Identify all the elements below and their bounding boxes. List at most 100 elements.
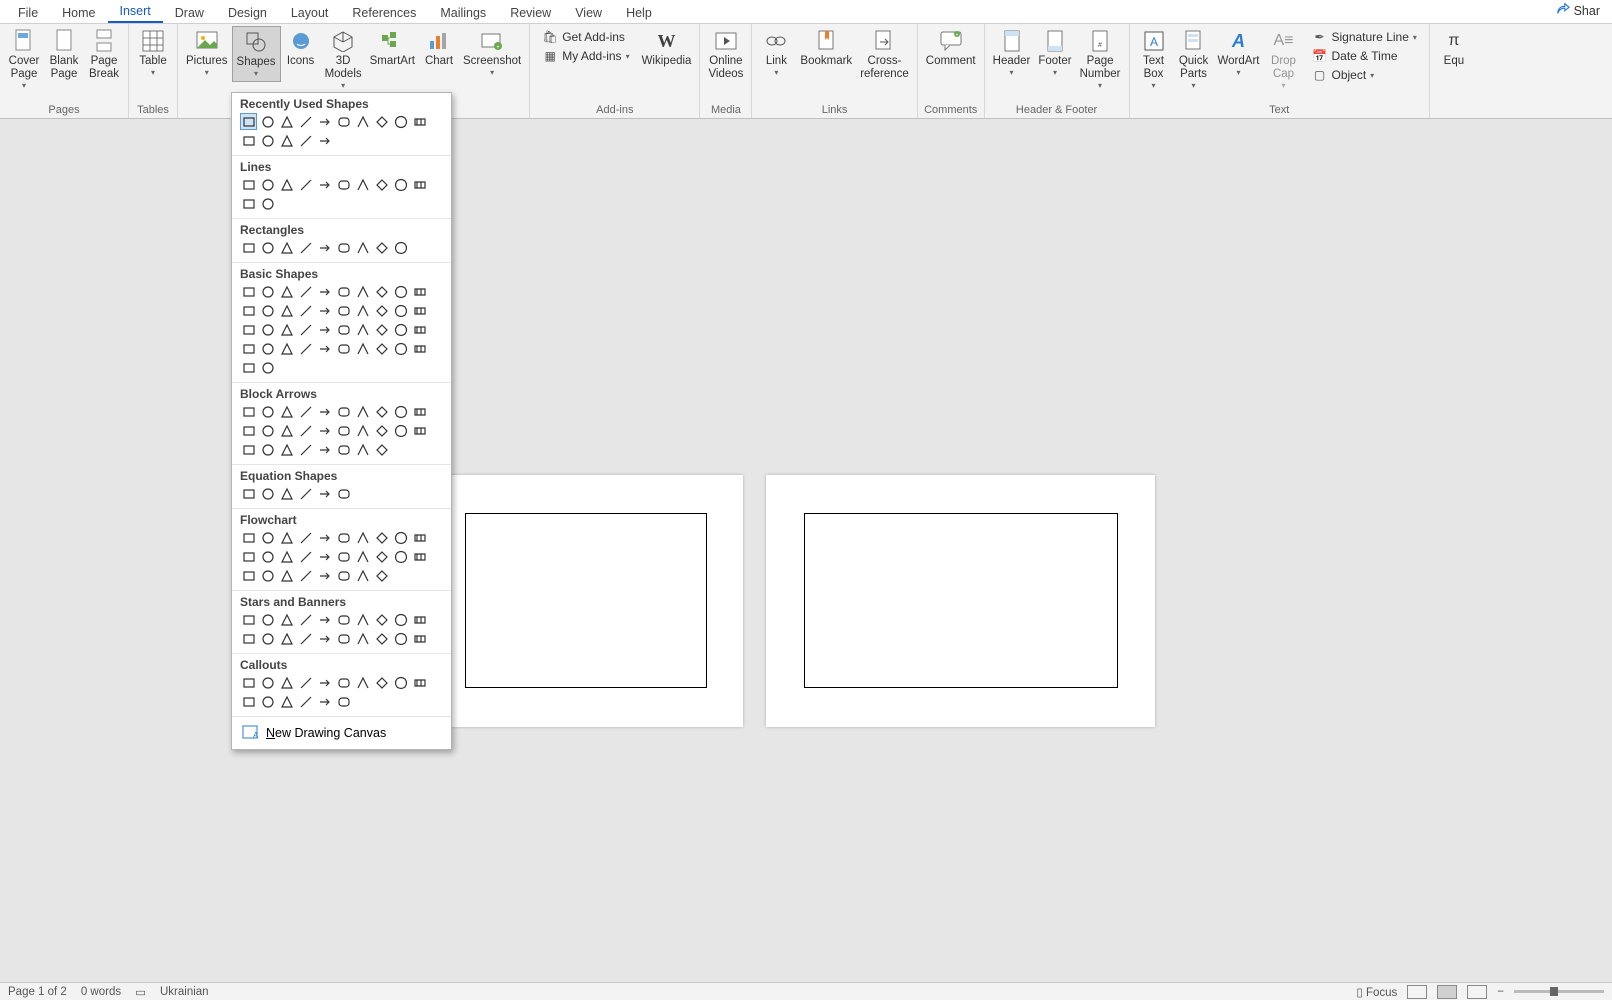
smartart-button[interactable]: SmartArt bbox=[366, 26, 419, 71]
shape-basic-31[interactable] bbox=[259, 340, 276, 357]
my-addins-button[interactable]: ▦My Add-ins ▾ bbox=[538, 47, 633, 65]
shape-arrow-26[interactable] bbox=[354, 441, 371, 458]
shape-star-10[interactable] bbox=[240, 630, 257, 647]
shape-recent-8[interactable] bbox=[392, 113, 409, 130]
shape-basic-30[interactable] bbox=[240, 340, 257, 357]
shape-basic-3[interactable] bbox=[297, 283, 314, 300]
chart-button[interactable]: Chart bbox=[419, 26, 459, 71]
shape-basic-26[interactable] bbox=[354, 321, 371, 338]
shape-flow-24[interactable] bbox=[316, 567, 333, 584]
shape-line-7[interactable] bbox=[373, 176, 390, 193]
shape-callout-10[interactable] bbox=[240, 693, 257, 710]
shape-flow-13[interactable] bbox=[297, 548, 314, 565]
link-button[interactable]: Link▾ bbox=[756, 26, 796, 80]
shape-callout-15[interactable] bbox=[335, 693, 352, 710]
shape-rect-8[interactable] bbox=[392, 239, 409, 256]
shape-star-16[interactable] bbox=[354, 630, 371, 647]
shape-basic-1[interactable] bbox=[259, 283, 276, 300]
shape-recent-10[interactable] bbox=[240, 132, 257, 149]
shape-basic-39[interactable] bbox=[411, 340, 428, 357]
shape-arrow-21[interactable] bbox=[259, 441, 276, 458]
shape-callout-14[interactable] bbox=[316, 693, 333, 710]
shape-line-11[interactable] bbox=[259, 195, 276, 212]
shape-flow-4[interactable] bbox=[316, 529, 333, 546]
shape-arrow-13[interactable] bbox=[297, 422, 314, 439]
shape-arrow-12[interactable] bbox=[278, 422, 295, 439]
shape-basic-22[interactable] bbox=[278, 321, 295, 338]
shape-basic-4[interactable] bbox=[316, 283, 333, 300]
shape-star-15[interactable] bbox=[335, 630, 352, 647]
shape-arrow-11[interactable] bbox=[259, 422, 276, 439]
shape-basic-32[interactable] bbox=[278, 340, 295, 357]
shape-basic-34[interactable] bbox=[316, 340, 333, 357]
shape-arrow-18[interactable] bbox=[392, 422, 409, 439]
status-language[interactable]: Ukrainian bbox=[160, 986, 209, 998]
shape-basic-28[interactable] bbox=[392, 321, 409, 338]
shape-basic-20[interactable] bbox=[240, 321, 257, 338]
header-button[interactable]: Header▾ bbox=[989, 26, 1035, 80]
shape-flow-15[interactable] bbox=[335, 548, 352, 565]
shape-arrow-3[interactable] bbox=[297, 403, 314, 420]
tab-insert[interactable]: Insert bbox=[108, 1, 163, 23]
shape-callout-0[interactable] bbox=[240, 674, 257, 691]
shape-recent-12[interactable] bbox=[278, 132, 295, 149]
shape-basic-27[interactable] bbox=[373, 321, 390, 338]
shape-flow-5[interactable] bbox=[335, 529, 352, 546]
quick-parts-button[interactable]: Quick Parts▾ bbox=[1174, 26, 1214, 94]
shape-callout-11[interactable] bbox=[259, 693, 276, 710]
shape-star-5[interactable] bbox=[335, 611, 352, 628]
shape-basic-17[interactable] bbox=[373, 302, 390, 319]
object-button[interactable]: ▢Object ▾ bbox=[1307, 66, 1420, 84]
shape-basic-18[interactable] bbox=[392, 302, 409, 319]
shape-callout-8[interactable] bbox=[392, 674, 409, 691]
shape-basic-15[interactable] bbox=[335, 302, 352, 319]
status-page[interactable]: Page 1 of 2 bbox=[8, 986, 67, 998]
shape-arrow-7[interactable] bbox=[373, 403, 390, 420]
shape-arrow-6[interactable] bbox=[354, 403, 371, 420]
shape-arrow-25[interactable] bbox=[335, 441, 352, 458]
shape-recent-2[interactable] bbox=[278, 113, 295, 130]
shape-basic-12[interactable] bbox=[278, 302, 295, 319]
signature-line-button[interactable]: ✒Signature Line ▾ bbox=[1307, 28, 1420, 46]
shape-basic-41[interactable] bbox=[259, 359, 276, 376]
date-time-button[interactable]: 📅Date & Time bbox=[1307, 47, 1420, 65]
shape-basic-38[interactable] bbox=[392, 340, 409, 357]
shape-flow-21[interactable] bbox=[259, 567, 276, 584]
shape-callout-13[interactable] bbox=[297, 693, 314, 710]
shape-line-3[interactable] bbox=[297, 176, 314, 193]
cross-reference-button[interactable]: Cross- reference bbox=[856, 26, 913, 84]
shape-arrow-22[interactable] bbox=[278, 441, 295, 458]
shape-rect-7[interactable] bbox=[373, 239, 390, 256]
shape-star-3[interactable] bbox=[297, 611, 314, 628]
spellcheck-icon[interactable]: ▭ bbox=[135, 985, 146, 999]
shape-star-19[interactable] bbox=[411, 630, 428, 647]
shape-rect-4[interactable] bbox=[316, 239, 333, 256]
shape-eq-4[interactable] bbox=[316, 485, 333, 502]
shape-flow-26[interactable] bbox=[354, 567, 371, 584]
shape-basic-33[interactable] bbox=[297, 340, 314, 357]
focus-mode[interactable]: ▯ Focus bbox=[1356, 985, 1397, 999]
shape-line-8[interactable] bbox=[392, 176, 409, 193]
shape-arrow-17[interactable] bbox=[373, 422, 390, 439]
rectangle-shape[interactable] bbox=[465, 513, 707, 688]
shape-basic-14[interactable] bbox=[316, 302, 333, 319]
shape-line-6[interactable] bbox=[354, 176, 371, 193]
status-words[interactable]: 0 words bbox=[81, 986, 121, 998]
text-box-button[interactable]: A Text Box▾ bbox=[1134, 26, 1174, 94]
shape-flow-1[interactable] bbox=[259, 529, 276, 546]
shape-callout-6[interactable] bbox=[354, 674, 371, 691]
shape-star-18[interactable] bbox=[392, 630, 409, 647]
shape-arrow-23[interactable] bbox=[297, 441, 314, 458]
shape-star-13[interactable] bbox=[297, 630, 314, 647]
shape-flow-22[interactable] bbox=[278, 567, 295, 584]
shape-basic-5[interactable] bbox=[335, 283, 352, 300]
shape-flow-11[interactable] bbox=[259, 548, 276, 565]
shape-flow-9[interactable] bbox=[411, 529, 428, 546]
shape-rect-3[interactable] bbox=[297, 239, 314, 256]
shape-callout-7[interactable] bbox=[373, 674, 390, 691]
shape-basic-13[interactable] bbox=[297, 302, 314, 319]
shape-eq-5[interactable] bbox=[335, 485, 352, 502]
shape-callout-1[interactable] bbox=[259, 674, 276, 691]
shape-line-9[interactable] bbox=[411, 176, 428, 193]
shape-recent-6[interactable] bbox=[354, 113, 371, 130]
